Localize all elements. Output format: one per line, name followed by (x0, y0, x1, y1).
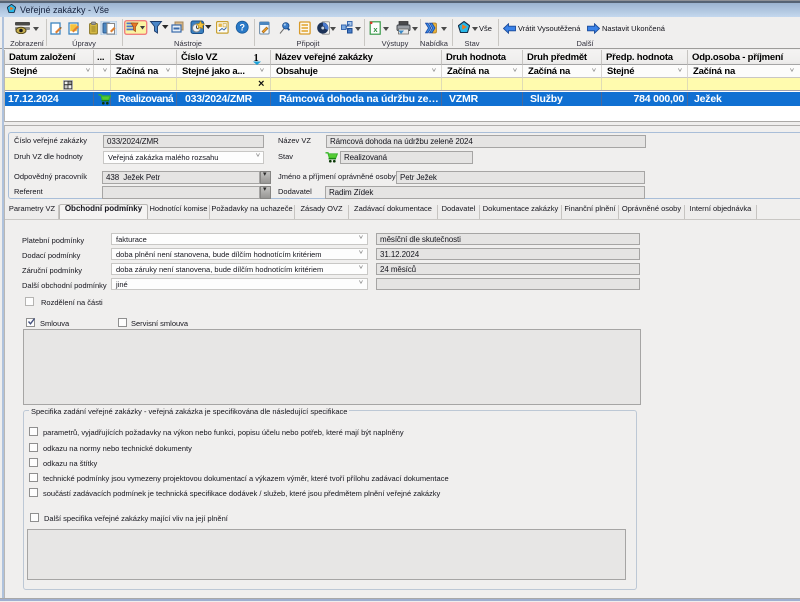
svg-text:?: ? (239, 22, 245, 32)
